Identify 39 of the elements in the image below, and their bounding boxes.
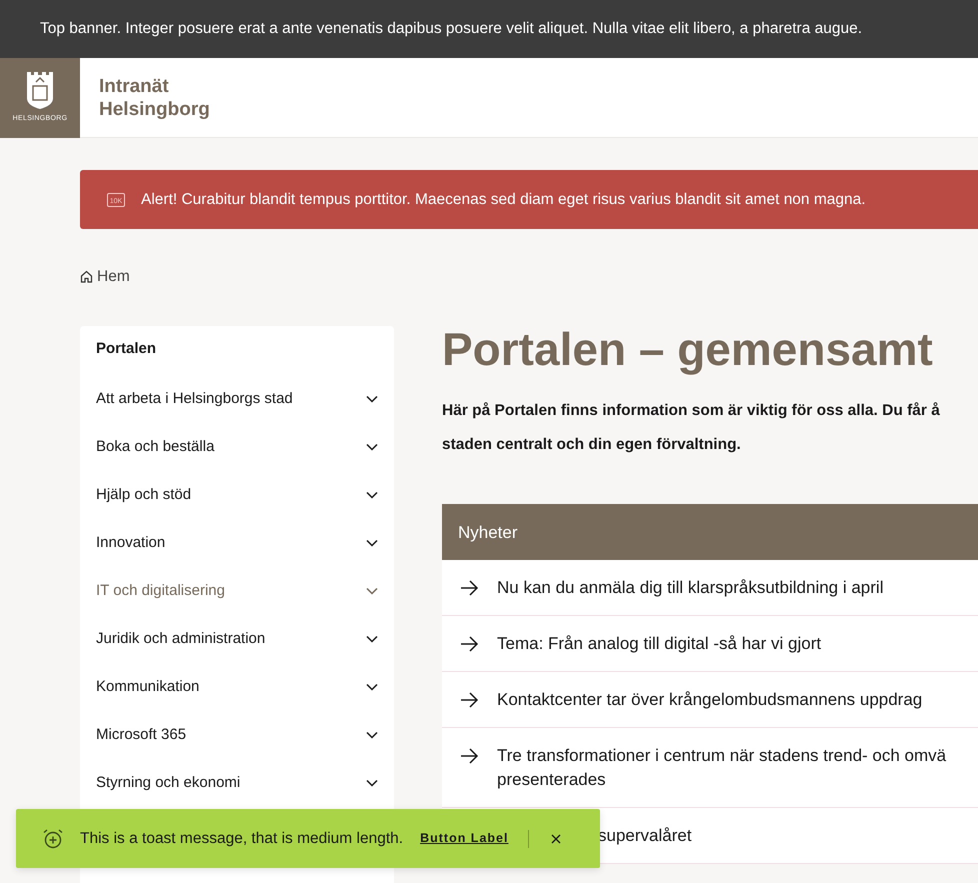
- alarm-plus-icon: [42, 828, 64, 850]
- sidebar-item[interactable]: Att arbeta i Helsingborgs stad: [80, 374, 394, 423]
- sidebar-title: Portalen: [95, 339, 158, 360]
- chevron-down-icon[interactable]: [366, 682, 378, 691]
- site-title-line[interactable]: Helsingborg: [99, 98, 210, 120]
- sidebar-item[interactable]: Microsoft 365: [80, 710, 394, 759]
- alert-text: Alert! Curabitur blandit tempus porttitor. Maecenas sed diam eget risus varius blandit sit amet non magna.: [141, 190, 866, 210]
- intro-text-line: Här på Portalen finns information som är viktig för oss alla. Du får å: [442, 401, 941, 422]
- home-icon: [80, 270, 93, 284]
- news-link-line[interactable]: Kontaktcenter tar över krångelombudsmannens uppdrag: [497, 688, 922, 712]
- sidebar-item[interactable]: Styrning och ekonomi: [80, 758, 394, 807]
- sidebar-item[interactable]: Juridik och administration: [80, 614, 394, 663]
- news-link-line[interactable]: supervalåret: [598, 824, 692, 848]
- chevron-down-icon[interactable]: [366, 394, 378, 403]
- sidebar-item[interactable]: IT och digitalisering: [80, 566, 394, 615]
- chevron-down-icon[interactable]: [366, 730, 378, 739]
- chevron-down-icon[interactable]: [366, 442, 378, 451]
- breadcrumb-link[interactable]: Hem: [97, 265, 130, 288]
- chevron-down-icon[interactable]: [366, 778, 378, 787]
- top-banner-text: Top banner. Integer posuere erat a ante venenatis dapibus posuere velit aliquet. Nulla vitae elit libero, a pharetra augue.: [40, 19, 862, 40]
- toast-message: This is a toast message, that is medium length.: [80, 828, 404, 849]
- news-link-line[interactable]: presenterades: [497, 768, 946, 792]
- news-title: Nyheter: [458, 522, 518, 544]
- crest-icon: [25, 70, 55, 110]
- toast-action-button[interactable]: Button Label: [420, 829, 508, 848]
- page-title: Portalen – gemensamt: [442, 326, 934, 372]
- close-icon[interactable]: [549, 832, 564, 846]
- sidebar-item[interactable]: Hjälp och stöd: [80, 470, 394, 519]
- site-title-line[interactable]: Intranät: [99, 74, 210, 98]
- news-link-line[interactable]: Nu kan du anmäla dig till klarspråksutbildning i april: [497, 576, 884, 600]
- chevron-down-icon[interactable]: [366, 490, 378, 499]
- sidebar-item[interactable]: Kommunikation: [80, 662, 394, 711]
- news-link-line[interactable]: Tema: Från analog till digital -så har vi gjort: [497, 632, 822, 656]
- intro-text-line: staden centralt och din egen förvaltning.: [442, 435, 742, 456]
- sidebar-item[interactable]: Innovation: [80, 518, 394, 567]
- news-link-line[interactable]: Tre transformationer i centrum när stadens trend- och omvä: [497, 744, 946, 768]
- chevron-down-icon[interactable]: [366, 634, 378, 643]
- sidebar-item[interactable]: Boka och beställa: [80, 422, 394, 471]
- chevron-down-icon[interactable]: [366, 538, 378, 547]
